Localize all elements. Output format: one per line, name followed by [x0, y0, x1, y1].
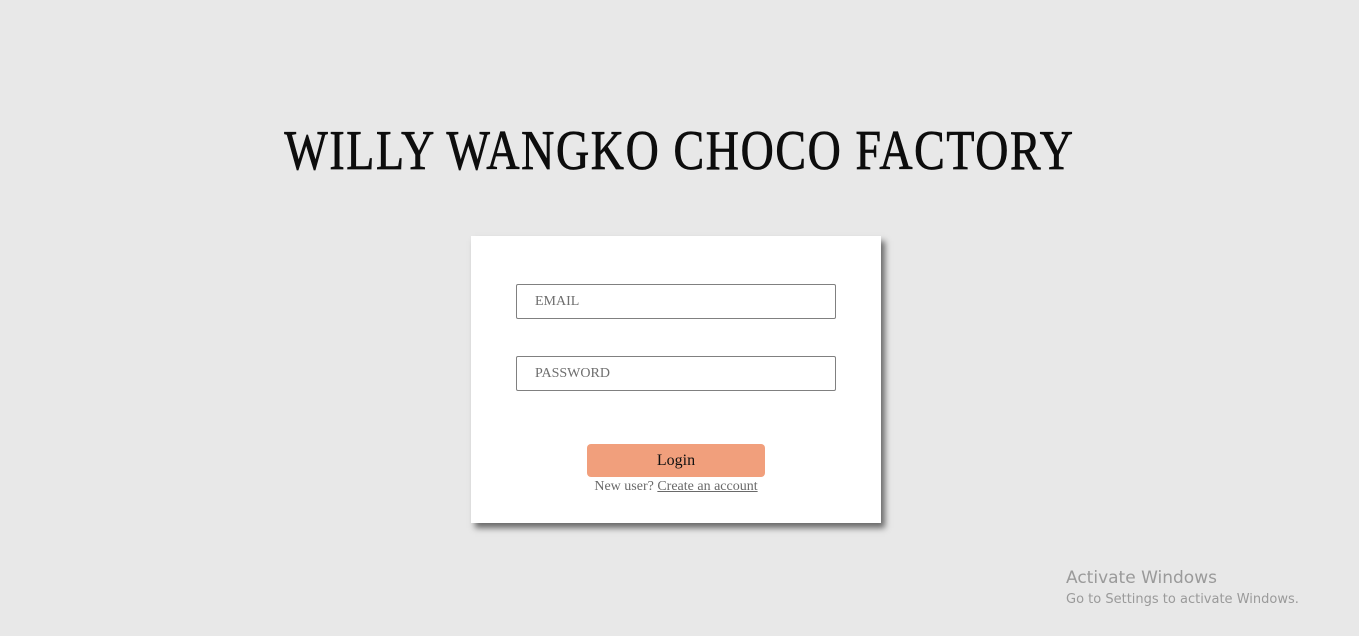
- watermark-title: Activate Windows: [1066, 568, 1217, 588]
- activate-windows-watermark: Activate Windows Go to Settings to activ…: [1066, 566, 1299, 610]
- create-account-link[interactable]: Create an account: [657, 479, 757, 494]
- password-field[interactable]: [516, 356, 836, 391]
- login-button[interactable]: Login: [587, 444, 765, 477]
- page-title: WILLY WANGKO CHOCO FACTORY: [284, 120, 1075, 183]
- new-user-text: New user?: [594, 479, 654, 494]
- email-field[interactable]: [516, 284, 836, 319]
- login-card: Login New user? Create an account: [471, 236, 881, 523]
- watermark-subtitle: Go to Settings to activate Windows.: [1066, 592, 1299, 607]
- signup-prompt: New user? Create an account: [471, 478, 881, 495]
